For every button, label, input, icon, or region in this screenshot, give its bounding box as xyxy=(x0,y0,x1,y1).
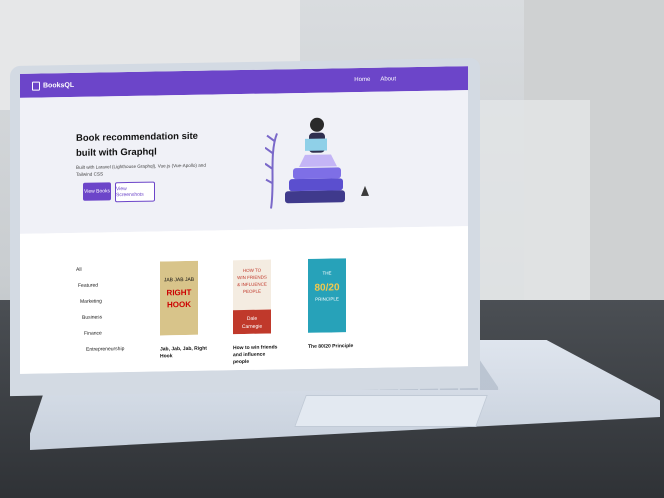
cover-line: THE xyxy=(323,270,332,275)
reading-illustration xyxy=(265,117,369,209)
hero: Book recommendation site built with Grap… xyxy=(20,90,468,234)
cover-line: 80/20 xyxy=(314,282,339,293)
cover-line: Carnegie xyxy=(242,324,263,330)
cover-line: Dale xyxy=(247,316,258,322)
category-finance[interactable]: Finance xyxy=(84,330,102,336)
book-card[interactable]: JAB JAB JAB RIGHT HOOK Jab, Jab, Jab, Ri… xyxy=(160,260,208,361)
book-title[interactable]: The 80/20 Principle xyxy=(308,343,356,351)
view-screenshots-button[interactable]: View Screenshots xyxy=(115,181,155,203)
laptop-screen: BooksQL Home About Book recommendation s… xyxy=(20,66,468,374)
hero-title: Book recommendation site built with Grap… xyxy=(76,130,198,159)
cover-line: WIN FRIENDS xyxy=(237,275,267,281)
cover-line: & INFLUENCE xyxy=(237,282,267,288)
book-cover[interactable]: THE 80/20 PRINCIPLE xyxy=(308,258,346,333)
background-panel xyxy=(470,100,590,320)
cover-line: JAB JAB JAB xyxy=(164,277,195,284)
cover-line: PRINCIPLE xyxy=(315,296,339,301)
category-featured[interactable]: Featured xyxy=(78,283,98,289)
book-card[interactable]: THE 80/20 PRINCIPLE The 80/20 Principle xyxy=(308,258,356,351)
book-icon xyxy=(32,81,40,91)
laptop-trackpad xyxy=(294,395,488,427)
nav-about[interactable]: About xyxy=(380,76,396,82)
category-marketing[interactable]: Marketing xyxy=(80,298,102,304)
nav-home[interactable]: Home xyxy=(354,77,370,83)
view-books-button[interactable]: View Books xyxy=(83,182,111,201)
nav-links: Home About xyxy=(354,76,396,83)
brand-name: BooksQL xyxy=(43,81,75,90)
book-card[interactable]: HOW TO WIN FRIENDS & INFLUENCE PEOPLE Da… xyxy=(233,259,281,366)
cover-line: HOW TO xyxy=(243,268,262,273)
cover-line: HOOK xyxy=(167,300,191,309)
book-title[interactable]: How to win friends and influence people xyxy=(233,344,281,366)
book-cover[interactable]: HOW TO WIN FRIENDS & INFLUENCE PEOPLE Da… xyxy=(233,259,271,335)
brand[interactable]: BooksQL xyxy=(32,80,75,91)
book-cover[interactable]: JAB JAB JAB RIGHT HOOK xyxy=(160,260,198,336)
hero-description: Built with Laravel (Lighthouse Graphql),… xyxy=(76,162,206,177)
book-title[interactable]: Jab, Jab, Jab, Right Hook xyxy=(160,346,208,361)
category-business[interactable]: Business xyxy=(82,314,102,320)
cover-line: PEOPLE xyxy=(243,289,261,294)
cover-line: RIGHT xyxy=(167,288,192,297)
category-entrepreneurship[interactable]: Entrepreneurship xyxy=(86,346,124,353)
category-all[interactable]: All xyxy=(76,267,82,273)
books-section: All Featured Marketing Business Finance … xyxy=(20,226,468,374)
